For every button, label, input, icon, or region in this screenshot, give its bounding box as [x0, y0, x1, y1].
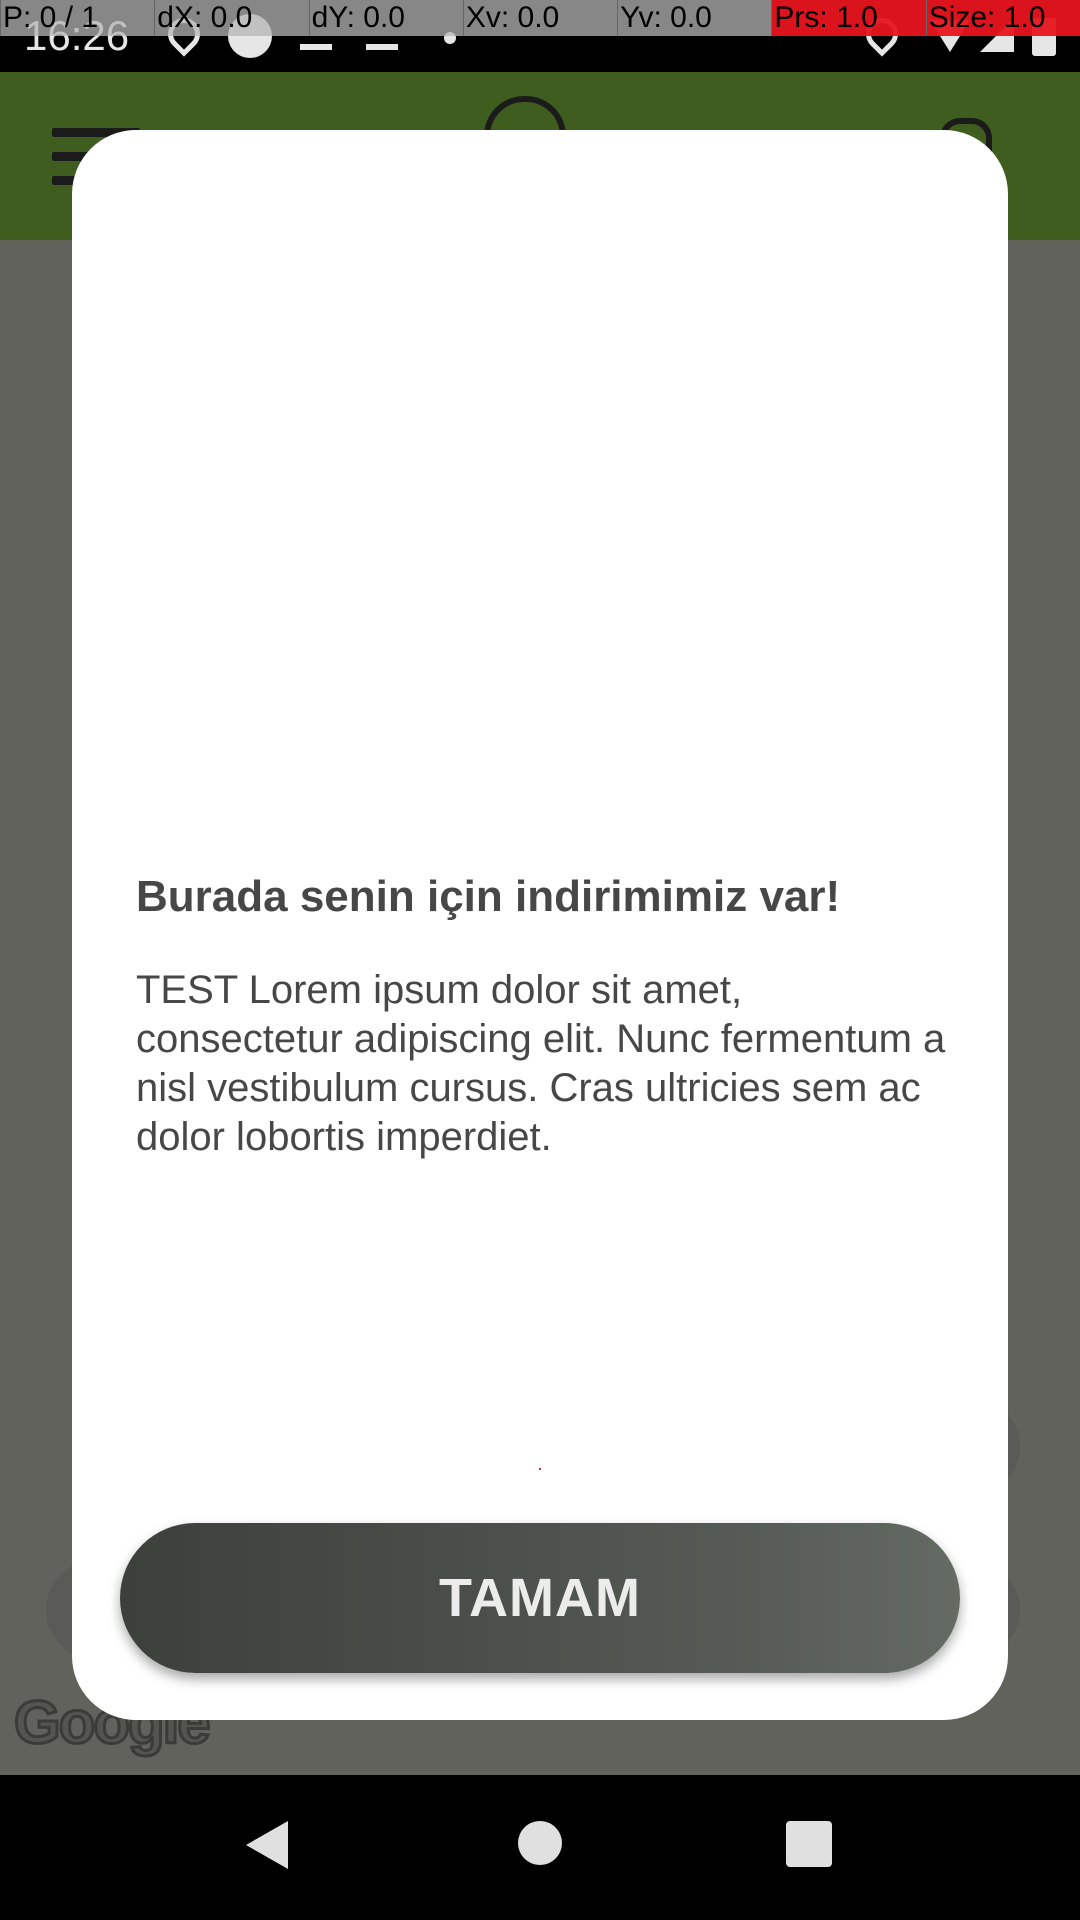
debug-dx: dX: 0.0	[154, 0, 309, 36]
promo-dialog: Burada senin için indirimimiz var! TEST …	[72, 130, 1008, 1720]
home-icon[interactable]	[518, 1821, 562, 1865]
page-indicator-dot	[539, 1468, 541, 1470]
debug-pressure: Prs: 1.0	[771, 0, 926, 36]
debug-pointer-count: P: 0 / 1	[0, 0, 155, 36]
dialog-body: TEST Lorem ipsum dolor sit amet, consect…	[136, 968, 946, 1159]
navigation-bar	[0, 1775, 1080, 1920]
debug-size: Size: 1.0	[925, 0, 1080, 36]
recents-icon[interactable]	[786, 1821, 832, 1867]
ok-button[interactable]: TAMAM	[120, 1523, 960, 1673]
debug-xv: Xv: 0.0	[462, 0, 618, 36]
back-icon[interactable]	[246, 1821, 288, 1869]
debug-dy: dY: 0.0	[308, 0, 463, 36]
pointer-debug-overlay: P: 0 / 1 dX: 0.0 dY: 0.0 Xv: 0.0 Yv: 0.0…	[0, 0, 1080, 36]
debug-yv: Yv: 0.0	[617, 0, 772, 36]
dialog-title: Burada senin için indirimimiz var!	[136, 872, 841, 921]
